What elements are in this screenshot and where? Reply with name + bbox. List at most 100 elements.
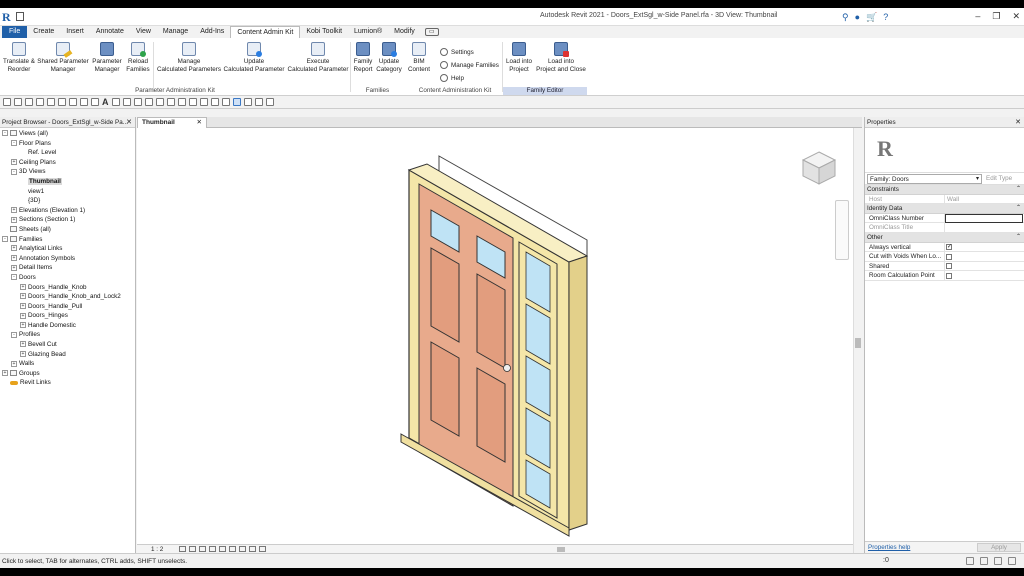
search-binoculars-icon[interactable]: ⚲ (842, 12, 849, 23)
update-category-button[interactable]: Update Category (375, 42, 403, 73)
tree-item[interactable]: + Sections (Section 1) (0, 215, 135, 225)
checkbox[interactable]: ✓ (946, 244, 952, 251)
load-into-project-and-close-button[interactable]: Load into Project and Close (535, 42, 587, 73)
tree-item[interactable]: + Glazing Bead (0, 350, 135, 360)
tree-item[interactable]: - Floor Plans (0, 139, 135, 149)
tab-add-ins[interactable]: Add-Ins (194, 26, 230, 38)
scroll-thumb[interactable] (855, 338, 861, 348)
visibility-icon[interactable] (254, 98, 263, 106)
tree-item[interactable]: {3D} (0, 196, 135, 206)
modify-select-icon[interactable] (232, 98, 241, 106)
section-icon[interactable] (122, 98, 131, 106)
tree-item[interactable]: + Ceiling Plans (0, 158, 135, 168)
expand-icon[interactable]: + (20, 322, 26, 329)
tab-annotate[interactable]: Annotate (90, 26, 130, 38)
load-into-project-button[interactable]: Load into Project (503, 42, 535, 73)
expand-icon[interactable]: + (20, 350, 26, 357)
tree-item[interactable]: Revit Links (0, 378, 135, 388)
undo-icon[interactable] (36, 98, 44, 106)
filter-status-icon[interactable] (1008, 557, 1016, 565)
tree-item[interactable]: view1 (0, 187, 135, 197)
expand-icon[interactable]: + (20, 312, 26, 319)
collapse-icon[interactable]: ⌃ (1016, 204, 1021, 214)
settings-button[interactable]: Settings (440, 48, 474, 56)
save-icon[interactable] (14, 98, 22, 106)
ribbon-display-toggle[interactable]: ▭ (424, 28, 439, 36)
collapse-icon[interactable]: - (2, 235, 8, 242)
tag-icon[interactable] (91, 98, 99, 106)
tree-item[interactable]: Ref. Level (0, 148, 135, 158)
reveal-hidden-icon[interactable] (259, 546, 266, 552)
close-icon[interactable]: ✕ (126, 117, 132, 128)
temp-hide-icon[interactable] (249, 546, 256, 552)
close-icon[interactable]: ✕ (197, 118, 202, 128)
update-calculated-parameter-button[interactable]: Update Calculated Parameter (222, 42, 286, 73)
open-file-icon[interactable] (16, 12, 24, 21)
selection-filter-count[interactable]: :0 (883, 557, 889, 564)
collapse-icon[interactable]: - (11, 274, 17, 281)
expand-icon[interactable]: + (20, 303, 26, 310)
filter-icon[interactable] (221, 98, 230, 106)
family-report-button[interactable]: Family Report (351, 42, 375, 73)
tree-item[interactable]: - Views (all) (0, 129, 135, 139)
print-icon[interactable] (58, 98, 66, 106)
property-value[interactable] (945, 213, 1024, 223)
tree-item[interactable]: + Groups (0, 369, 135, 379)
tree-item[interactable]: - Families (0, 235, 135, 245)
redo-icon[interactable] (47, 98, 55, 106)
sync-icon[interactable] (25, 98, 33, 106)
tree-item[interactable]: - Doors (0, 273, 135, 283)
horizontal-scroll-thumb[interactable] (557, 547, 565, 552)
property-value[interactable] (945, 252, 1024, 261)
drawing-area[interactable] (137, 128, 853, 544)
help-icon[interactable]: ? (883, 12, 888, 22)
checkbox[interactable] (946, 253, 952, 260)
dimension-icon[interactable] (80, 98, 88, 106)
close-icon[interactable]: ✕ (1012, 11, 1020, 22)
edit-type-button[interactable]: Edit Type (986, 175, 1012, 182)
tree-item[interactable]: + Walls (0, 359, 135, 369)
measure-icon[interactable] (69, 98, 77, 106)
parameter-manager-button[interactable]: Parameter Manager (91, 42, 123, 73)
workplane-icon[interactable] (243, 98, 252, 106)
property-value[interactable]: ✓ (945, 243, 1024, 252)
select-links-status-icon[interactable] (966, 557, 974, 565)
select-underlay-status-icon[interactable] (980, 557, 988, 565)
minimize-icon[interactable]: – (975, 11, 980, 22)
collapse-icon[interactable]: ⌃ (1016, 233, 1021, 243)
omniclass-number-input[interactable] (945, 213, 1023, 223)
tab-file[interactable]: File (2, 26, 28, 38)
tree-item[interactable]: + Doors_Handle_Knob_and_Lock2 (0, 292, 135, 302)
expand-icon[interactable]: + (2, 370, 8, 377)
tree-item[interactable]: + Annotation Symbols (0, 254, 135, 264)
tab-content-admin-kit[interactable]: Content Admin Kit (230, 26, 301, 38)
help-button[interactable]: Help (440, 74, 464, 82)
vertical-scrollbar[interactable] (853, 128, 862, 553)
text-tool-icon[interactable]: A (102, 98, 109, 107)
execute-calculated-parameter-button[interactable]: Execute Calculated Parameter (286, 42, 350, 73)
restore-icon[interactable]: ❐ (992, 11, 1000, 22)
tab-lumion[interactable]: Lumion® (348, 26, 388, 38)
thin-lines-icon[interactable] (133, 98, 142, 106)
tree-item[interactable]: Thumbnail (0, 177, 135, 187)
tree-item[interactable]: + Bevell Cut (0, 340, 135, 350)
tab-modify[interactable]: Modify (388, 26, 421, 38)
property-value[interactable] (945, 271, 1024, 280)
detail-level-icon[interactable] (179, 546, 186, 552)
expand-icon[interactable]: + (11, 159, 17, 166)
tab-manage[interactable]: Manage (157, 26, 194, 38)
crop-view-icon[interactable] (219, 546, 226, 552)
view-cube[interactable] (799, 148, 839, 188)
drag-elements-icon[interactable] (210, 98, 219, 106)
apply-button[interactable]: Apply (977, 543, 1021, 552)
tree-item[interactable]: - Profiles (0, 330, 135, 340)
switch-windows-icon[interactable] (155, 98, 164, 106)
collapse-icon[interactable]: - (11, 168, 17, 175)
shared-parameter-manager-button[interactable]: Shared Parameter Manager (37, 42, 89, 73)
collapse-icon[interactable]: - (2, 130, 8, 137)
property-section-header[interactable]: Identity Data ⌃ (865, 204, 1024, 214)
tree-item[interactable]: -3D Views (0, 167, 135, 177)
select-links-icon[interactable] (166, 98, 175, 106)
select-underlay-icon[interactable] (177, 98, 186, 106)
translate-reorder-button[interactable]: Translate & Reorder (2, 42, 36, 73)
